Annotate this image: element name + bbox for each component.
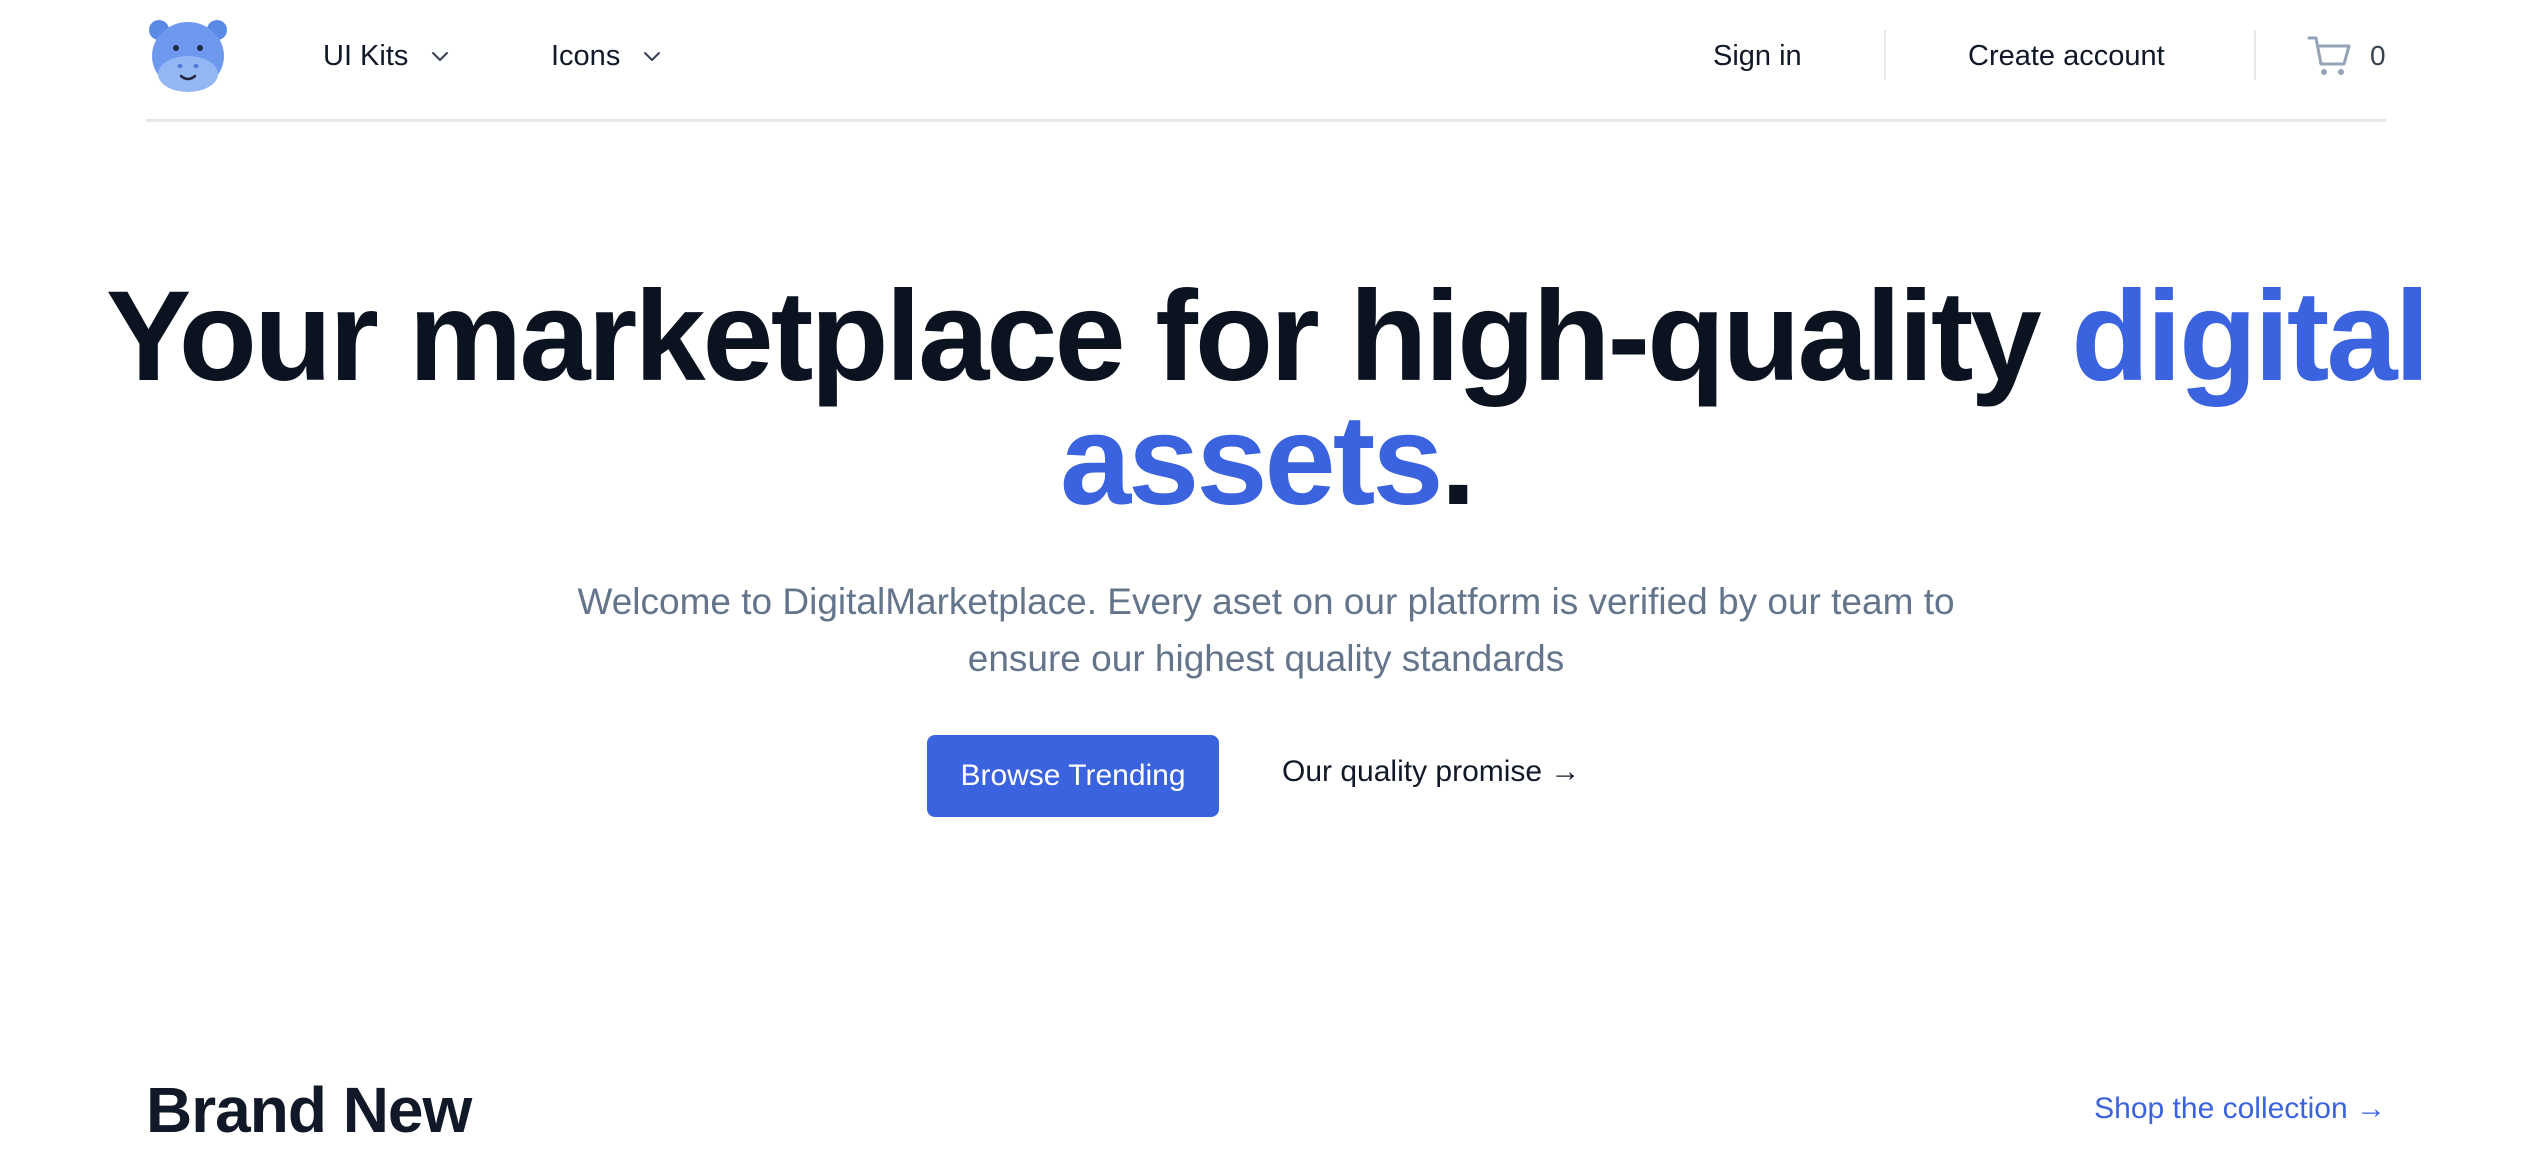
sign-in-link[interactable]: Sign in [1713,33,1802,79]
quality-promise-link[interactable]: Our quality promise → [1282,755,1580,789]
hero-subtitle: Welcome to DigitalMarketplace. Every ase… [577,581,1955,679]
chevron-down-icon [644,52,661,61]
nav-ui-kits[interactable]: UI Kits [323,33,452,79]
shop-collection-link[interactable]: Shop the collection → [2094,1092,2386,1126]
hero-title-period: . [1440,389,1477,532]
cart-button[interactable]: 0 [2306,30,2386,82]
cart-count: 0 [2370,40,2386,71]
hippo-logo[interactable] [146,18,230,94]
hero-title-main: Your marketplace for high-quality [105,265,2042,408]
browse-trending-button[interactable]: Browse Trending [927,735,1219,817]
create-account-link[interactable]: Create account [1968,33,2165,79]
divider [2254,30,2256,80]
page: UI Kits Icons Sign in Create account 0 Y… [0,0,2533,1156]
shopping-cart-icon [2307,36,2351,75]
top-navbar: UI Kits Icons Sign in Create account 0 [146,0,2386,122]
nav-icons[interactable]: Icons [551,33,664,79]
nav-icons-label: Icons [551,39,621,72]
nav-ui-kits-label: UI Kits [323,39,409,72]
section-title: Brand New [146,1074,472,1146]
hippo-logo-icon [149,20,227,92]
divider [1884,30,1886,80]
chevron-down-icon [432,52,449,61]
hero-title: Your marketplace for high-quality digita… [0,273,2533,525]
